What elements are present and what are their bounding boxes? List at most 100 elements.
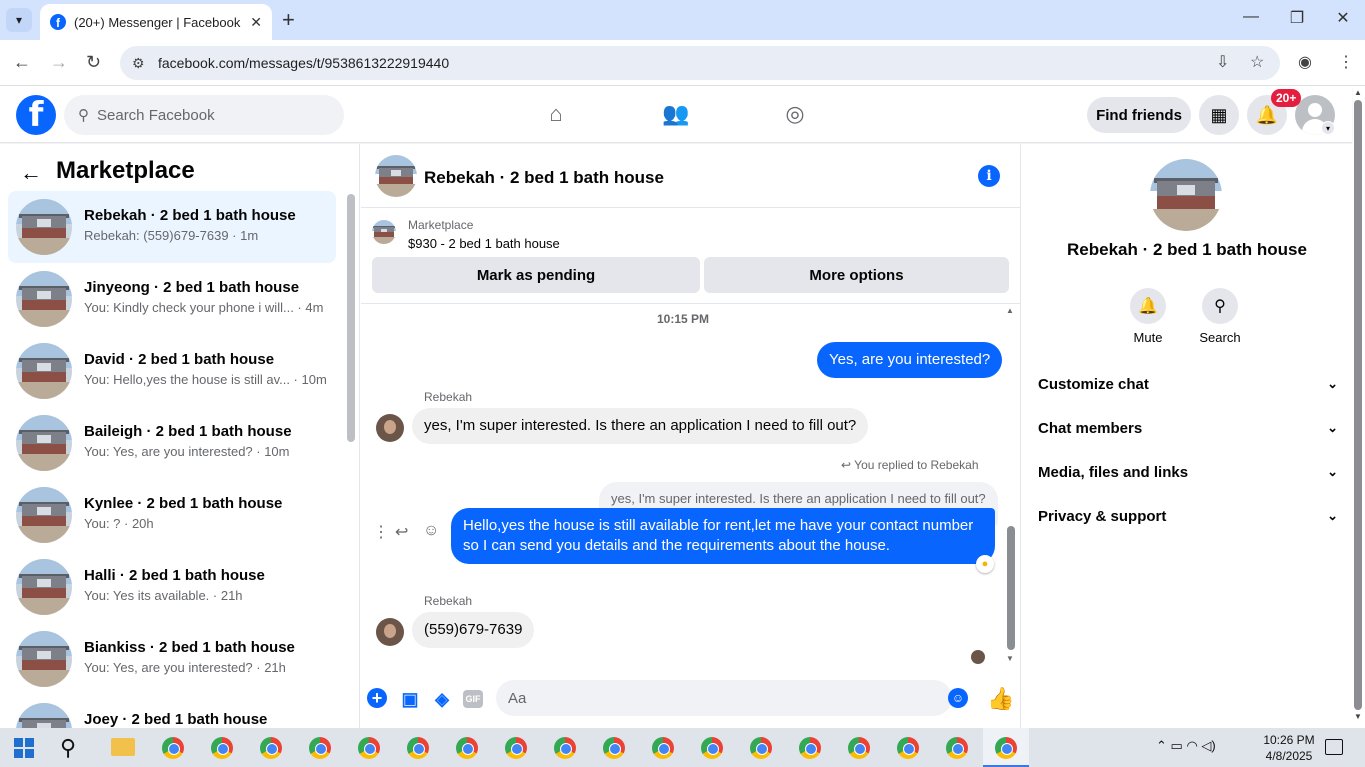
- conversation-item-david[interactable]: David · 2 bed 1 bath house You: Hello,ye…: [8, 335, 336, 407]
- profile-icon[interactable]: ◉: [1298, 52, 1312, 72]
- more-actions-icon[interactable]: ⋮: [373, 522, 389, 542]
- scroll-down-icon[interactable]: ▼: [1006, 654, 1014, 663]
- conversation-item-jinyeong[interactable]: Jinyeong · 2 bed 1 bath house You: Kindl…: [8, 263, 336, 335]
- restore-icon[interactable]: ❐: [1274, 8, 1320, 28]
- conversation-item-baileigh[interactable]: Baileigh · 2 bed 1 bath house You: Yes, …: [8, 407, 336, 479]
- mute-button[interactable]: 🔔 Mute: [1118, 288, 1178, 345]
- chrome-icon[interactable]: [554, 737, 576, 759]
- media-files-links-row[interactable]: Media, files and links ⌄: [1038, 464, 1338, 488]
- chat-scrollbar[interactable]: [1007, 526, 1015, 650]
- search-in-chat-button[interactable]: ⚲ Search: [1190, 288, 1250, 345]
- install-app-icon[interactable]: ⇩: [1216, 52, 1229, 72]
- privacy-support-row[interactable]: Privacy & support ⌄: [1038, 508, 1338, 532]
- chrome-icon[interactable]: [456, 737, 478, 759]
- chat-title[interactable]: Rebekah · 2 bed 1 bath house: [424, 168, 664, 188]
- chrome-icon[interactable]: [799, 737, 821, 759]
- scroll-up-icon[interactable]: ▲: [1006, 306, 1014, 315]
- message-input[interactable]: [496, 680, 952, 716]
- notification-center-icon[interactable]: [1325, 739, 1343, 755]
- mark-as-pending-button[interactable]: Mark as pending: [372, 257, 700, 293]
- conversation-item-kynlee[interactable]: Kynlee · 2 bed 1 bath house You: ? · 20h: [8, 479, 336, 551]
- conversation-item-biankiss[interactable]: Biankiss · 2 bed 1 bath house You: Yes, …: [8, 623, 336, 695]
- conversation-item-joey[interactable]: Joey · 2 bed 1 bath house: [8, 695, 336, 728]
- chrome-icon[interactable]: [995, 737, 1017, 759]
- gif-icon[interactable]: GIF: [463, 690, 483, 708]
- outgoing-message[interactable]: Hello,yes the house is still available f…: [451, 508, 995, 564]
- sender-avatar[interactable]: [376, 618, 404, 646]
- wifi-icon[interactable]: ◠: [1186, 738, 1197, 753]
- conversation-list-scrollbar[interactable]: [347, 194, 355, 442]
- chrome-icon[interactable]: [946, 737, 968, 759]
- chrome-icon[interactable]: [652, 737, 674, 759]
- chrome-icon[interactable]: [211, 737, 233, 759]
- info-icon[interactable]: i: [978, 165, 1000, 187]
- battery-icon[interactable]: ▭: [1171, 738, 1183, 753]
- omnibox[interactable]: ⚙ facebook.com/messages/t/95386132229194…: [120, 46, 1280, 80]
- incoming-message[interactable]: yes, I'm super interested. Is there an a…: [412, 408, 869, 444]
- react-emoji-icon[interactable]: ☺: [423, 522, 439, 540]
- chat-header-avatar[interactable]: [375, 155, 417, 197]
- chrome-icon[interactable]: [603, 737, 625, 759]
- more-options-button[interactable]: More options: [704, 257, 1009, 293]
- reload-icon[interactable]: ↻: [86, 52, 101, 73]
- windows-start-icon[interactable]: [14, 738, 34, 758]
- url-text[interactable]: facebook.com/messages/t/9538613222919440: [158, 55, 449, 71]
- window-close-icon[interactable]: ✕: [1320, 8, 1365, 28]
- sticker-icon[interactable]: ◈: [431, 688, 453, 710]
- clock-date[interactable]: 4/8/2025: [1259, 749, 1319, 763]
- outgoing-message[interactable]: Yes, are you interested?: [817, 342, 1003, 378]
- chrome-icon[interactable]: [260, 737, 282, 759]
- volume-icon[interactable]: ◁): [1201, 738, 1215, 753]
- chrome-icon[interactable]: [358, 737, 380, 759]
- find-friends-button[interactable]: Find friends: [1087, 97, 1191, 133]
- chrome-icon[interactable]: [750, 737, 772, 759]
- site-info-icon[interactable]: ⚙: [132, 55, 152, 72]
- chrome-icon[interactable]: [505, 737, 527, 759]
- back-arrow-icon[interactable]: ←: [20, 160, 42, 186]
- plus-icon[interactable]: +: [367, 688, 387, 708]
- incoming-message[interactable]: (559)679-7639: [412, 612, 535, 648]
- browser-menu-icon[interactable]: ⋮: [1338, 52, 1354, 72]
- clock-time[interactable]: 10:26 PM: [1259, 733, 1319, 747]
- chrome-icon[interactable]: [309, 737, 331, 759]
- customize-chat-row[interactable]: Customize chat ⌄: [1038, 376, 1338, 400]
- facebook-logo-icon[interactable]: f: [16, 95, 56, 135]
- conversation-item-halli[interactable]: Halli · 2 bed 1 bath house You: Yes its …: [8, 551, 336, 623]
- chrome-icon[interactable]: [701, 737, 723, 759]
- account-chevron-icon[interactable]: ▾: [1321, 121, 1335, 135]
- listing-price[interactable]: $930 - 2 bed 1 bath house: [408, 236, 560, 251]
- info-avatar[interactable]: [1150, 159, 1222, 231]
- file-explorer-icon[interactable]: [111, 738, 135, 756]
- sender-avatar[interactable]: [376, 414, 404, 442]
- facebook-search-input[interactable]: ⚲ Search Facebook: [64, 95, 344, 135]
- reply-icon[interactable]: ↩: [395, 522, 408, 542]
- forward-icon[interactable]: →: [50, 52, 68, 73]
- browser-tab[interactable]: f (20+) Messenger | Facebook ✕: [40, 4, 272, 40]
- thumbs-up-icon[interactable]: 👍: [987, 686, 1014, 712]
- home-icon[interactable]: ⌂: [536, 101, 576, 127]
- page-scroll-up-icon[interactable]: ▲: [1354, 88, 1362, 97]
- emoji-icon[interactable]: ☺: [948, 688, 968, 708]
- menu-grid-icon[interactable]: ▦: [1199, 95, 1239, 135]
- photo-icon[interactable]: ▣: [399, 688, 421, 710]
- conversation-item-rebekah[interactable]: Rebekah · 2 bed 1 bath house Rebekah: (5…: [8, 191, 336, 263]
- chrome-icon[interactable]: [407, 737, 429, 759]
- friends-icon[interactable]: 👥: [656, 101, 696, 127]
- chrome-icon[interactable]: [897, 737, 919, 759]
- chat-members-row[interactable]: Chat members ⌄: [1038, 420, 1338, 444]
- groups-icon[interactable]: ◎: [775, 101, 815, 127]
- system-tray[interactable]: ⌃ ▭ ◠ ◁): [1156, 738, 1216, 754]
- tray-chevron-icon[interactable]: ⌃: [1156, 738, 1167, 753]
- minimize-icon[interactable]: —: [1228, 8, 1274, 26]
- tab-close-icon[interactable]: ✕: [250, 14, 262, 31]
- page-scrollbar[interactable]: [1354, 100, 1362, 710]
- reaction-emoji-icon[interactable]: ●: [976, 555, 994, 573]
- back-icon[interactable]: ←: [13, 52, 31, 73]
- page-scroll-down-icon[interactable]: ▼: [1354, 712, 1362, 721]
- chrome-icon[interactable]: [848, 737, 870, 759]
- tab-search-icon[interactable]: ▾: [6, 8, 32, 32]
- taskbar-search-icon[interactable]: ⚲: [60, 735, 76, 761]
- listing-thumbnail[interactable]: [372, 220, 396, 244]
- new-tab-icon[interactable]: +: [282, 8, 295, 32]
- chrome-icon[interactable]: [162, 737, 184, 759]
